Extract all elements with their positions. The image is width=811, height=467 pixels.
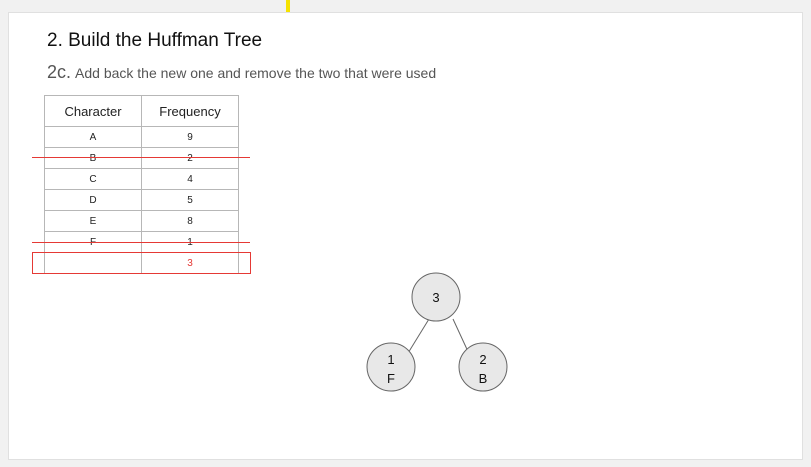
right-node-value: 2 (479, 352, 486, 367)
left-node-value: 1 (387, 352, 394, 367)
slide-canvas: 2. Build the Huffman Tree 2c. Add back th… (8, 12, 803, 460)
right-node-char: B (479, 371, 488, 386)
root-label: 3 (432, 290, 439, 305)
left-node-char: F (387, 371, 395, 386)
huffman-tree: 3 1 F 2 B (366, 272, 508, 392)
yellow-cursor-marker (286, 0, 290, 12)
